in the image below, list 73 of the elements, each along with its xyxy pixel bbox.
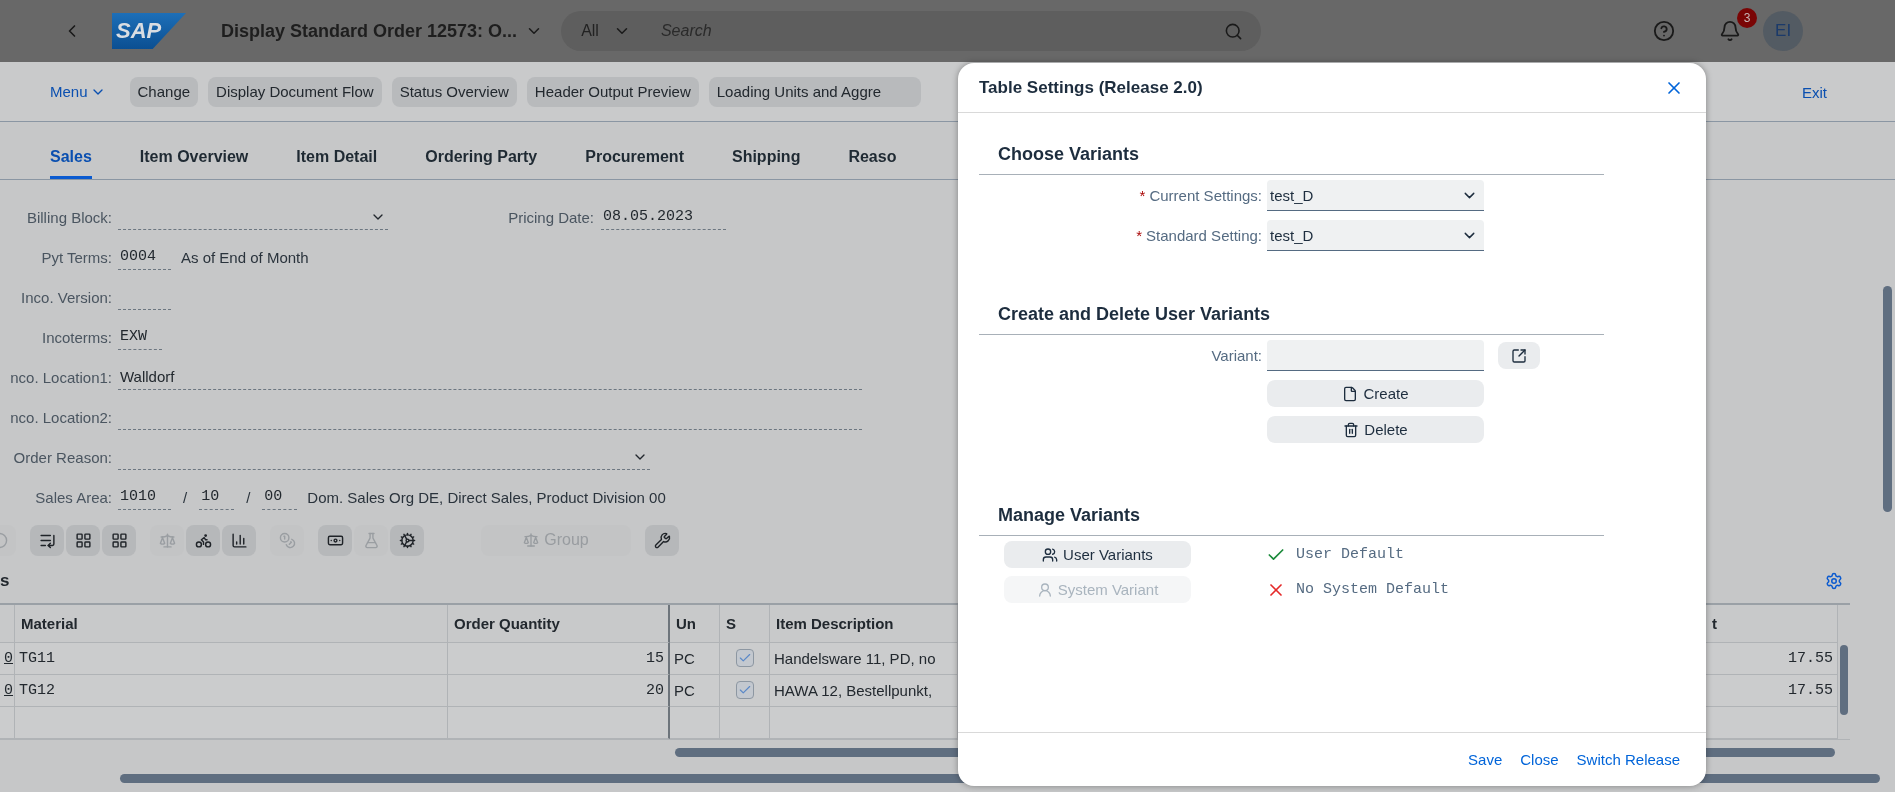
field-label: nco. Location1: [9,368,112,386]
table-cell: 17.55 [1706,642,1838,675]
tab[interactable]: Item Detail [296,148,378,179]
tab[interactable]: Sales [50,148,92,179]
toolbar-button[interactable]: Header Output Preview [526,76,699,107]
dropdown-field[interactable]: test_D [1267,220,1484,251]
status-text: User Default [1296,546,1405,563]
input-field[interactable]: Walldorf [118,364,862,390]
dialog-link[interactable]: Close [1520,751,1559,768]
table-cell: 15 [448,642,670,675]
field-description: Dom. Sales Org DE, Direct Sales, Product Division 00 [307,488,666,506]
input-field[interactable]: 0004 [118,244,171,270]
variant-button[interactable]: User Variants [1004,541,1191,568]
table-cell: HAWA 12, Bestellpunkt, [770,674,958,707]
create-button[interactable]: Create [1267,380,1484,407]
column-header[interactable]: Material [15,604,448,643]
section-title: Manage Variants [979,496,1604,536]
column-header[interactable]: S [720,604,770,643]
status-text: No System Default [1296,581,1450,598]
exit-button[interactable]: Exit [1796,83,1833,102]
table-cell: Handelsware 11, PD, no [770,642,958,675]
column-header[interactable]: Order Quantity [448,604,670,643]
date-field[interactable]: 08.05.2023 [601,204,726,230]
menu-button[interactable]: Menu [50,83,106,100]
section-title: s [0,570,10,591]
field-label: Sales Area: [34,488,112,506]
input-field[interactable]: 00 [262,484,298,510]
toolbar-button[interactable]: Status Overview [391,76,517,107]
field-label: Pyt Terms: [40,248,112,266]
table-cell: PC [670,642,720,675]
tab[interactable]: Reaso [848,148,897,179]
field-label: nco. Location2: [9,408,112,426]
section-title: Choose Variants [979,135,1604,175]
toolbar-button[interactable]: Loading Units and Aggre [708,76,922,107]
field-label: * Current Settings: [1138,187,1262,204]
table-cell: 20 [448,674,670,707]
tab[interactable]: Ordering Party [425,148,538,179]
column-header[interactable]: t [1706,604,1838,643]
table-cell: 17.55 [1706,674,1838,707]
dialog-title: Table Settings (Release 2.0) [979,77,1203,98]
field-label: * Standard Setting: [1135,227,1262,244]
table-cell: PC [670,674,720,707]
column-header[interactable]: Item Description [770,604,958,643]
tab[interactable]: Procurement [585,148,684,179]
field-label: Inco. Version: [20,288,112,306]
item-link[interactable]: 0 [4,649,13,667]
input-field[interactable]: 10 [199,484,235,510]
separator-text: / [183,488,188,506]
field-label: Incoterms: [40,328,112,346]
dropdown-field[interactable]: test_D [1267,180,1484,211]
field-description: As of End of Month [181,248,309,266]
field-label: Pricing Date: [507,208,594,226]
section-title: Create and Delete User Variants [979,295,1604,335]
field-label: Order Reason: [12,448,112,466]
separator-text: / [246,488,251,506]
column-header[interactable]: Un [670,604,720,643]
dialog-link[interactable]: Switch Release [1576,751,1680,768]
delete-button[interactable]: Delete [1267,416,1484,443]
table-cell: TG12 [15,674,448,707]
item-link[interactable]: 0 [4,681,13,699]
tab[interactable]: Shipping [731,148,801,179]
field-label: Variant: [1210,347,1262,364]
field-label: Billing Block: [25,208,112,226]
table-cell: TG11 [15,642,448,675]
toolbar-button[interactable]: Change [129,76,199,107]
tab[interactable]: Item Overview [139,148,249,179]
input-field[interactable]: 1010 [118,484,171,510]
app-title: Display Standard Order 12573: O... [221,20,518,42]
dialog-link[interactable]: Save [1468,751,1503,768]
toolbar-button[interactable]: Display Document Flow [208,76,382,107]
logo: SAP [112,13,186,49]
notification-badge: 3 [1737,8,1758,28]
input-field[interactable]: EXW [118,324,162,350]
